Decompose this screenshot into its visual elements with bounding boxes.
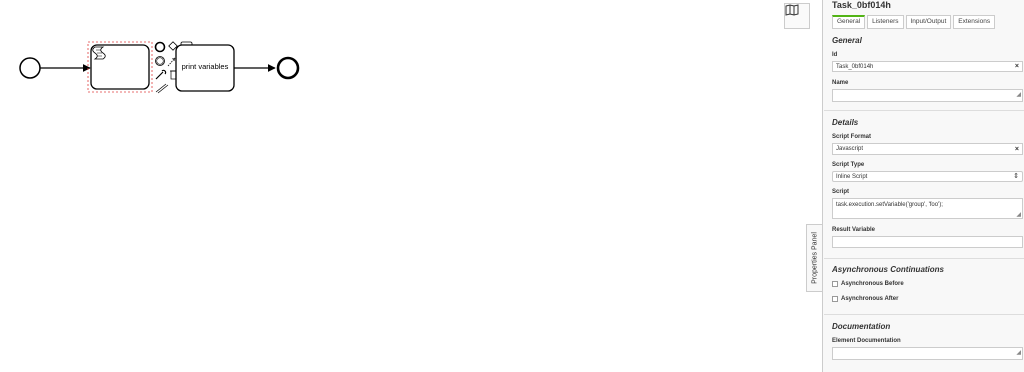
script-format-label: Script Format	[832, 134, 872, 140]
script-type-label: Script Type	[832, 162, 865, 168]
id-value: Task_0bf014h	[836, 64, 874, 70]
name-label: Name	[832, 80, 849, 86]
script-type-select[interactable]: Inline Script ⇕	[832, 171, 1023, 182]
script-format-input[interactable]: Javascript ×	[832, 143, 1023, 155]
select-arrows-icon: ⇕	[1013, 173, 1019, 180]
diagram-svg[interactable]	[0, 0, 822, 372]
end-event[interactable]	[276, 56, 300, 80]
task-label: print variables	[181, 62, 229, 71]
section-async-heading: Asynchronous Continuations	[832, 265, 944, 274]
script-label: Script	[832, 189, 850, 195]
panel-tabs: General Listeners Input/Output Extension…	[832, 15, 996, 29]
async-after-label[interactable]: Asynchronous After	[841, 296, 898, 302]
result-variable-label: Result Variable	[832, 227, 876, 233]
async-before-checkbox[interactable]	[832, 281, 838, 287]
tab-input-output[interactable]: Input/Output	[905, 15, 952, 29]
element-documentation-label: Element Documentation	[832, 338, 901, 344]
name-textarea[interactable]: ◢	[832, 89, 1023, 102]
resize-handle-icon[interactable]: ◢	[1016, 89, 1021, 101]
async-before-row: Asynchronous Before	[832, 281, 904, 287]
divider	[824, 110, 1024, 111]
async-before-label[interactable]: Asynchronous Before	[841, 281, 904, 287]
async-after-checkbox[interactable]	[832, 296, 838, 302]
result-variable-input[interactable]	[832, 236, 1023, 248]
section-general-heading: General	[832, 36, 862, 45]
script-format-value: Javascript	[836, 146, 864, 152]
id-input[interactable]: Task_0bf014h ×	[832, 61, 1023, 72]
element-documentation-textarea[interactable]: ◢	[832, 347, 1023, 360]
script-type-value: Inline Script	[836, 174, 868, 180]
async-after-row: Asynchronous After	[832, 296, 898, 302]
connect-icon[interactable]	[167, 57, 176, 67]
script-value: task.execution.setVariable('group', 'foo…	[836, 202, 943, 208]
start-event[interactable]	[19, 57, 41, 79]
script-textarea[interactable]: task.execution.setVariable('group', 'foo…	[832, 198, 1023, 219]
tab-general[interactable]: General	[832, 15, 866, 29]
properties-panel-toggle-label: Properties Panel	[811, 232, 819, 284]
section-documentation-heading: Documentation	[832, 322, 891, 331]
connect-flow-icon[interactable]	[155, 83, 169, 94]
minimap-toggle-button[interactable]	[784, 3, 810, 29]
bpmn-canvas[interactable]: print variables Properties Panel	[0, 0, 823, 372]
map-icon	[785, 4, 799, 16]
resize-handle-icon[interactable]: ◢	[1016, 347, 1021, 359]
resize-handle-icon[interactable]: ◢	[1016, 211, 1021, 218]
append-end-event-icon[interactable]	[154, 41, 166, 53]
divider	[824, 258, 1024, 259]
id-label: Id	[832, 52, 838, 58]
tab-extensions[interactable]: Extensions	[953, 15, 996, 29]
clear-id-icon[interactable]: ×	[1015, 62, 1019, 72]
section-details-heading: Details	[832, 118, 859, 127]
clear-format-icon[interactable]: ×	[1015, 144, 1019, 155]
properties-panel-toggle[interactable]: Properties Panel	[806, 224, 823, 292]
tab-listeners[interactable]: Listeners	[867, 15, 904, 29]
wrench-icon[interactable]	[155, 69, 167, 80]
properties-panel: Task_0bf014h General Listeners Input/Out…	[822, 0, 1024, 372]
divider	[824, 314, 1024, 315]
panel-title: Task_0bf014h	[832, 0, 891, 10]
